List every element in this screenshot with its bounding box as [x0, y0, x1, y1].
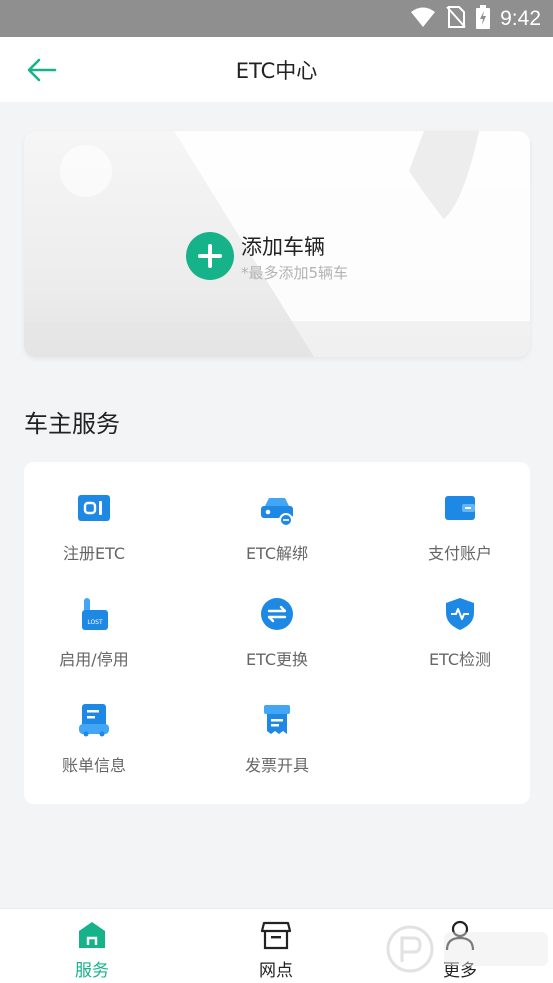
exchange-icon	[261, 598, 293, 630]
tab-services[interactable]: 服务	[32, 909, 152, 983]
add-vehicle-note: *最多添加5辆车	[241, 264, 349, 282]
car-unbind-icon	[261, 498, 293, 526]
home-icon	[79, 922, 105, 948]
tab-outlets[interactable]: 网点	[216, 909, 336, 983]
service-label: 注册ETC	[62, 544, 126, 563]
service-label: ETC检测	[428, 650, 492, 669]
bill-icon	[79, 704, 109, 737]
add-vehicle-button[interactable]	[186, 232, 234, 280]
service-label: 账单信息	[61, 756, 126, 775]
service-etc-check[interactable]: ETC检测	[390, 596, 530, 686]
service-label: ETC解绑	[245, 544, 309, 563]
service-invoice[interactable]: 发票开具	[207, 702, 347, 792]
store-icon	[260, 921, 292, 950]
no-sim-icon	[446, 5, 466, 33]
page-title: ETC中心	[235, 59, 318, 83]
service-payment-account[interactable]: 支付账户	[390, 490, 530, 580]
etc-card-icon	[78, 495, 110, 521]
watermark-logo	[386, 925, 548, 973]
nav-bar: ETC中心	[0, 37, 553, 102]
shield-check-icon	[446, 598, 474, 630]
service-etc-replace[interactable]: ETC更换	[207, 596, 347, 686]
tab-label: 网点	[259, 961, 293, 981]
service-label: 支付账户	[427, 544, 492, 563]
service-label: ETC更换	[245, 650, 309, 669]
service-enable-disable[interactable]: LOST 启用/停用	[24, 596, 164, 686]
tab-label: 服务	[75, 961, 109, 981]
service-label: 发票开具	[244, 756, 309, 775]
add-vehicle-title: 添加车辆	[241, 235, 325, 259]
status-time: 9:42	[500, 6, 541, 30]
service-register-etc[interactable]: 注册ETC	[24, 490, 164, 580]
section-title: 车主服务	[24, 410, 120, 438]
wifi-icon	[410, 6, 436, 32]
services-panel: 注册ETC ETC解绑 支付账户 LOST 启用/停用 ETC更换 ETC检测 …	[24, 462, 530, 804]
status-bar: 9:42	[0, 0, 553, 37]
wallet-icon	[445, 496, 475, 520]
battery-charging-icon	[476, 4, 491, 33]
service-etc-unbind[interactable]: ETC解绑	[207, 490, 347, 580]
service-label: 启用/停用	[59, 650, 129, 669]
svg-text:LOST: LOST	[87, 619, 103, 626]
hand-lost-icon: LOST	[82, 598, 108, 630]
invoice-icon	[264, 705, 290, 734]
add-vehicle-card[interactable]: 添加车辆 *最多添加5辆车	[24, 131, 530, 357]
service-bill-info[interactable]: 账单信息	[24, 702, 164, 792]
